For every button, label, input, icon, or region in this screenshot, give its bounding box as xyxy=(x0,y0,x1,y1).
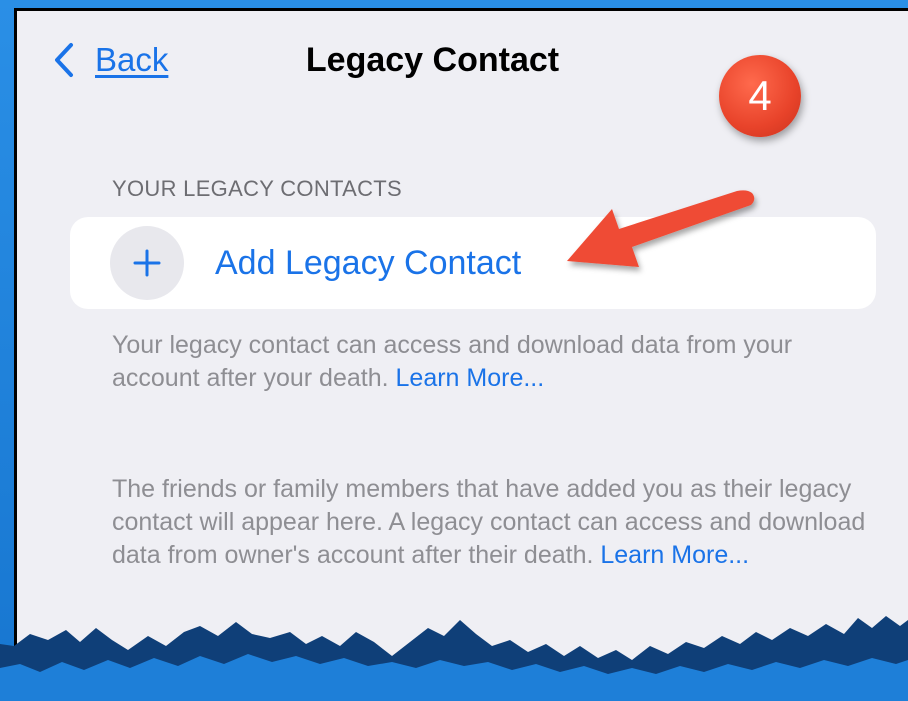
legacy-owner-description: The friends or family members that have … xyxy=(112,473,872,572)
section-header: YOUR LEGACY CONTACTS xyxy=(112,176,403,201)
description-text: The friends or family members that have … xyxy=(112,475,866,569)
plus-icon xyxy=(110,226,184,300)
learn-more-link[interactable]: Learn More... xyxy=(600,541,749,569)
arrow-annotation-icon xyxy=(567,190,755,267)
step-number-badge: 4 xyxy=(719,55,801,137)
learn-more-link[interactable]: Learn More... xyxy=(396,364,545,392)
settings-screen: Back Legacy Contact 4 YOUR LEGACY CONTAC… xyxy=(14,8,908,701)
legacy-contact-description: Your legacy contact can access and downl… xyxy=(112,329,872,395)
screenshot-frame: Back Legacy Contact 4 YOUR LEGACY CONTAC… xyxy=(0,0,908,701)
add-legacy-contact-label: Add Legacy Contact xyxy=(215,243,522,282)
torn-edge-decoration xyxy=(0,616,908,701)
